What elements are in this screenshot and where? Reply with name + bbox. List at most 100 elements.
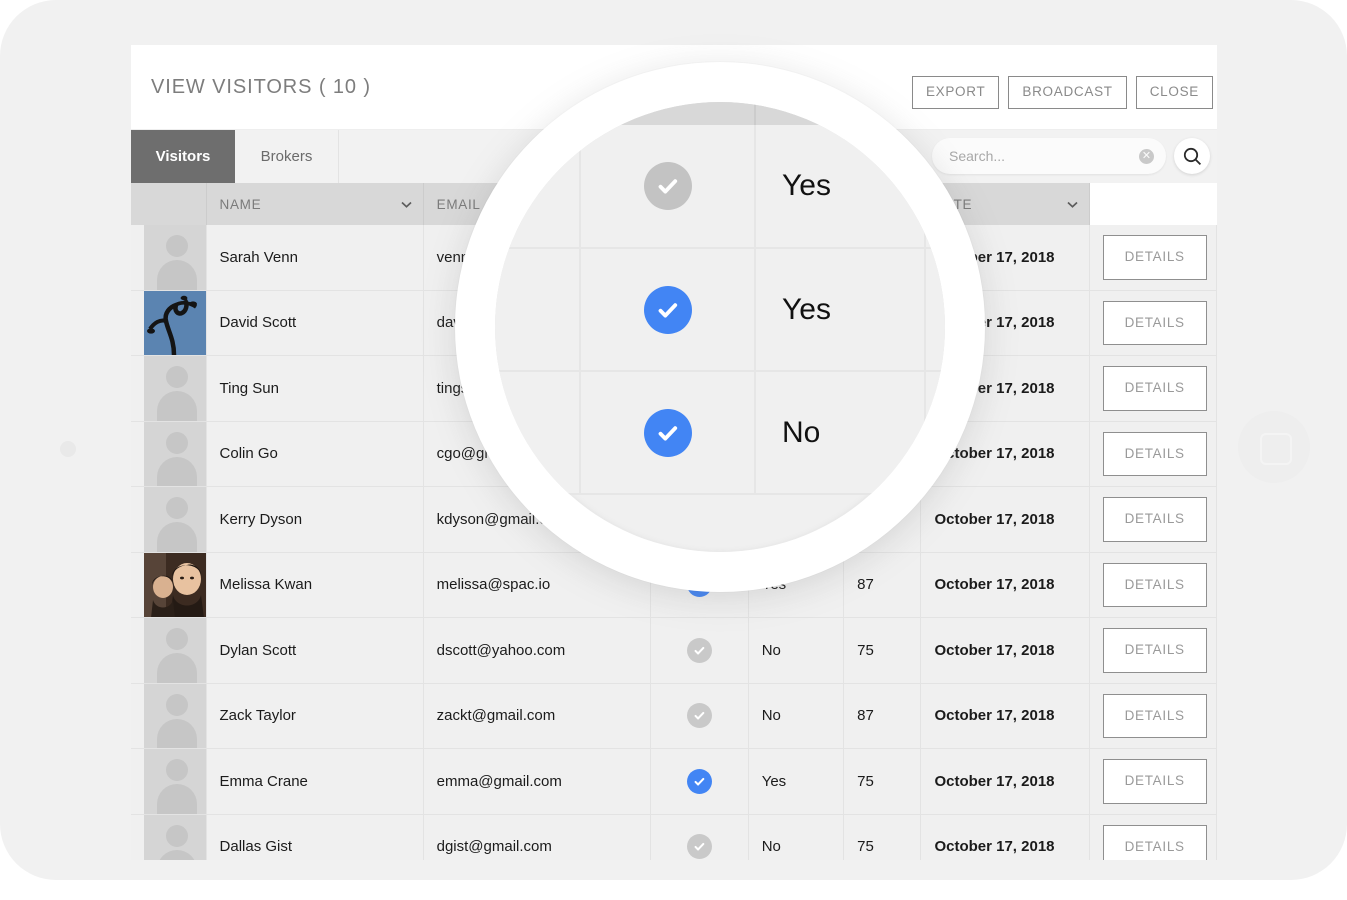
details-button[interactable]: DETAILS	[1103, 432, 1207, 477]
magnified-table-row: Yes	[495, 248, 945, 371]
page-title: VIEW VISITORS ( 10 )	[151, 76, 371, 99]
chevron-down-icon	[401, 197, 412, 212]
avatar-placeholder-icon	[157, 850, 197, 861]
search-area: ✕	[932, 138, 1210, 174]
clear-circle-icon[interactable]: ✕	[1139, 149, 1154, 164]
cell-actions: DETAILS	[1089, 356, 1216, 422]
avatar-cell	[131, 487, 206, 553]
tablet-device-frame: VIEW VISITORS ( 10 ) EXPORT BROADCAST CL…	[0, 0, 1347, 880]
magnified-table-row: No	[495, 371, 945, 494]
table-row[interactable]: Zack Taylorzackt@gmail.comNo87October 17…	[131, 683, 1217, 749]
avatar-placeholder-icon	[157, 719, 197, 749]
details-button[interactable]: DETAILS	[1103, 694, 1207, 739]
avatar	[144, 291, 206, 356]
magnified-cell-score	[925, 248, 945, 371]
avatar-placeholder-icon	[157, 784, 197, 814]
cell-agent: No	[748, 683, 843, 749]
cell-date: October 17, 2018	[921, 552, 1089, 618]
avatar-placeholder-icon	[157, 522, 197, 552]
details-button[interactable]: DETAILS	[1103, 825, 1207, 861]
broadcast-button[interactable]: BROADCAST	[1008, 76, 1126, 109]
cell-agent: No	[748, 814, 843, 860]
search-input[interactable]	[949, 148, 1139, 164]
avatar-cell	[131, 225, 206, 290]
magnified-header-agent: AGENT	[755, 102, 925, 125]
avatar-placeholder-icon	[157, 260, 197, 290]
verified-check-icon[interactable]	[644, 162, 692, 210]
cell-email: zackt@gmail.com	[423, 683, 650, 749]
avatar	[144, 618, 206, 683]
column-header-actions	[1089, 183, 1216, 225]
tab-visitors-label: Visitors	[156, 148, 211, 165]
header-action-group: EXPORT BROADCAST CLOSE	[912, 76, 1213, 109]
avatar	[144, 553, 206, 618]
avatar	[144, 422, 206, 487]
tab-brokers[interactable]: Brokers	[235, 130, 339, 183]
cell-name: Zack Taylor	[206, 683, 423, 749]
search-icon[interactable]	[1174, 138, 1210, 174]
avatar-cell	[131, 552, 206, 618]
cell-email: emma@gmail.com	[423, 749, 650, 815]
table-row[interactable]: Emma Craneemma@gmail.comYes75October 17,…	[131, 749, 1217, 815]
home-button-icon[interactable]	[1238, 411, 1310, 483]
avatar-placeholder-icon	[166, 759, 188, 781]
avatar	[144, 684, 206, 749]
cell-actions: DETAILS	[1089, 290, 1216, 356]
magnified-header-verified: VERIFIED	[580, 102, 755, 125]
details-button[interactable]: DETAILS	[1103, 366, 1207, 411]
avatar-cell	[131, 356, 206, 422]
avatar-cell	[131, 814, 206, 860]
avatar-cell	[131, 749, 206, 815]
cell-name: Melissa Kwan	[206, 552, 423, 618]
close-button[interactable]: CLOSE	[1136, 76, 1213, 109]
avatar	[144, 749, 206, 814]
details-button[interactable]: DETAILS	[1103, 628, 1207, 673]
magnified-header-row: VERIFIED AGENT	[495, 102, 945, 125]
cell-name: Dallas Gist	[206, 814, 423, 860]
magnified-table: VERIFIED AGENT YesYesNo	[495, 102, 945, 495]
verified-check-icon[interactable]	[687, 769, 712, 794]
table-row[interactable]: Dallas Gistdgist@gmail.comNo75October 17…	[131, 814, 1217, 860]
verified-check-icon[interactable]	[687, 834, 712, 859]
cell-date: October 17, 2018	[921, 618, 1089, 684]
cell-actions: DETAILS	[1089, 225, 1216, 290]
details-button[interactable]: DETAILS	[1103, 497, 1207, 542]
magnifier-lens: VERIFIED AGENT YesYesNo	[455, 62, 985, 592]
verified-check-icon[interactable]	[687, 638, 712, 663]
search-box[interactable]: ✕	[932, 138, 1166, 174]
avatar	[144, 487, 206, 552]
magnified-cell-email	[495, 248, 580, 371]
details-button[interactable]: DETAILS	[1103, 563, 1207, 608]
magnified-cell-email	[495, 125, 580, 248]
details-button[interactable]: DETAILS	[1103, 301, 1207, 346]
magnified-table-row: Yes	[495, 125, 945, 248]
magnified-header-score	[925, 102, 945, 125]
tab-visitors[interactable]: Visitors	[131, 130, 235, 183]
avatar	[144, 815, 206, 861]
cell-actions: DETAILS	[1089, 421, 1216, 487]
cell-verified	[650, 618, 748, 684]
avatar-placeholder-icon	[166, 235, 188, 257]
avatar-cell	[131, 618, 206, 684]
magnified-cell-score	[925, 125, 945, 248]
magnified-table-body: YesYesNo	[495, 125, 945, 494]
magnified-cell-agent: Yes	[755, 248, 925, 371]
magnifier-content: VERIFIED AGENT YesYesNo	[495, 102, 945, 495]
magnified-cell-agent: No	[755, 371, 925, 494]
cell-actions: DETAILS	[1089, 487, 1216, 553]
cell-actions: DETAILS	[1089, 618, 1216, 684]
verified-check-icon[interactable]	[644, 286, 692, 334]
cell-verified	[650, 814, 748, 860]
magnified-cell-agent: Yes	[755, 125, 925, 248]
verified-check-icon[interactable]	[644, 409, 692, 457]
column-header-name[interactable]: NAME	[206, 183, 423, 225]
avatar-placeholder-icon	[166, 694, 188, 716]
details-button[interactable]: DETAILS	[1103, 235, 1207, 280]
cell-date: October 17, 2018	[921, 487, 1089, 553]
table-row[interactable]: Dylan Scottdscott@yahoo.comNo75October 1…	[131, 618, 1217, 684]
magnifier-lens-inner: VERIFIED AGENT YesYesNo	[495, 102, 945, 552]
verified-check-icon[interactable]	[687, 703, 712, 728]
avatar-cell	[131, 683, 206, 749]
details-button[interactable]: DETAILS	[1103, 759, 1207, 804]
avatar-placeholder-icon	[166, 825, 188, 847]
